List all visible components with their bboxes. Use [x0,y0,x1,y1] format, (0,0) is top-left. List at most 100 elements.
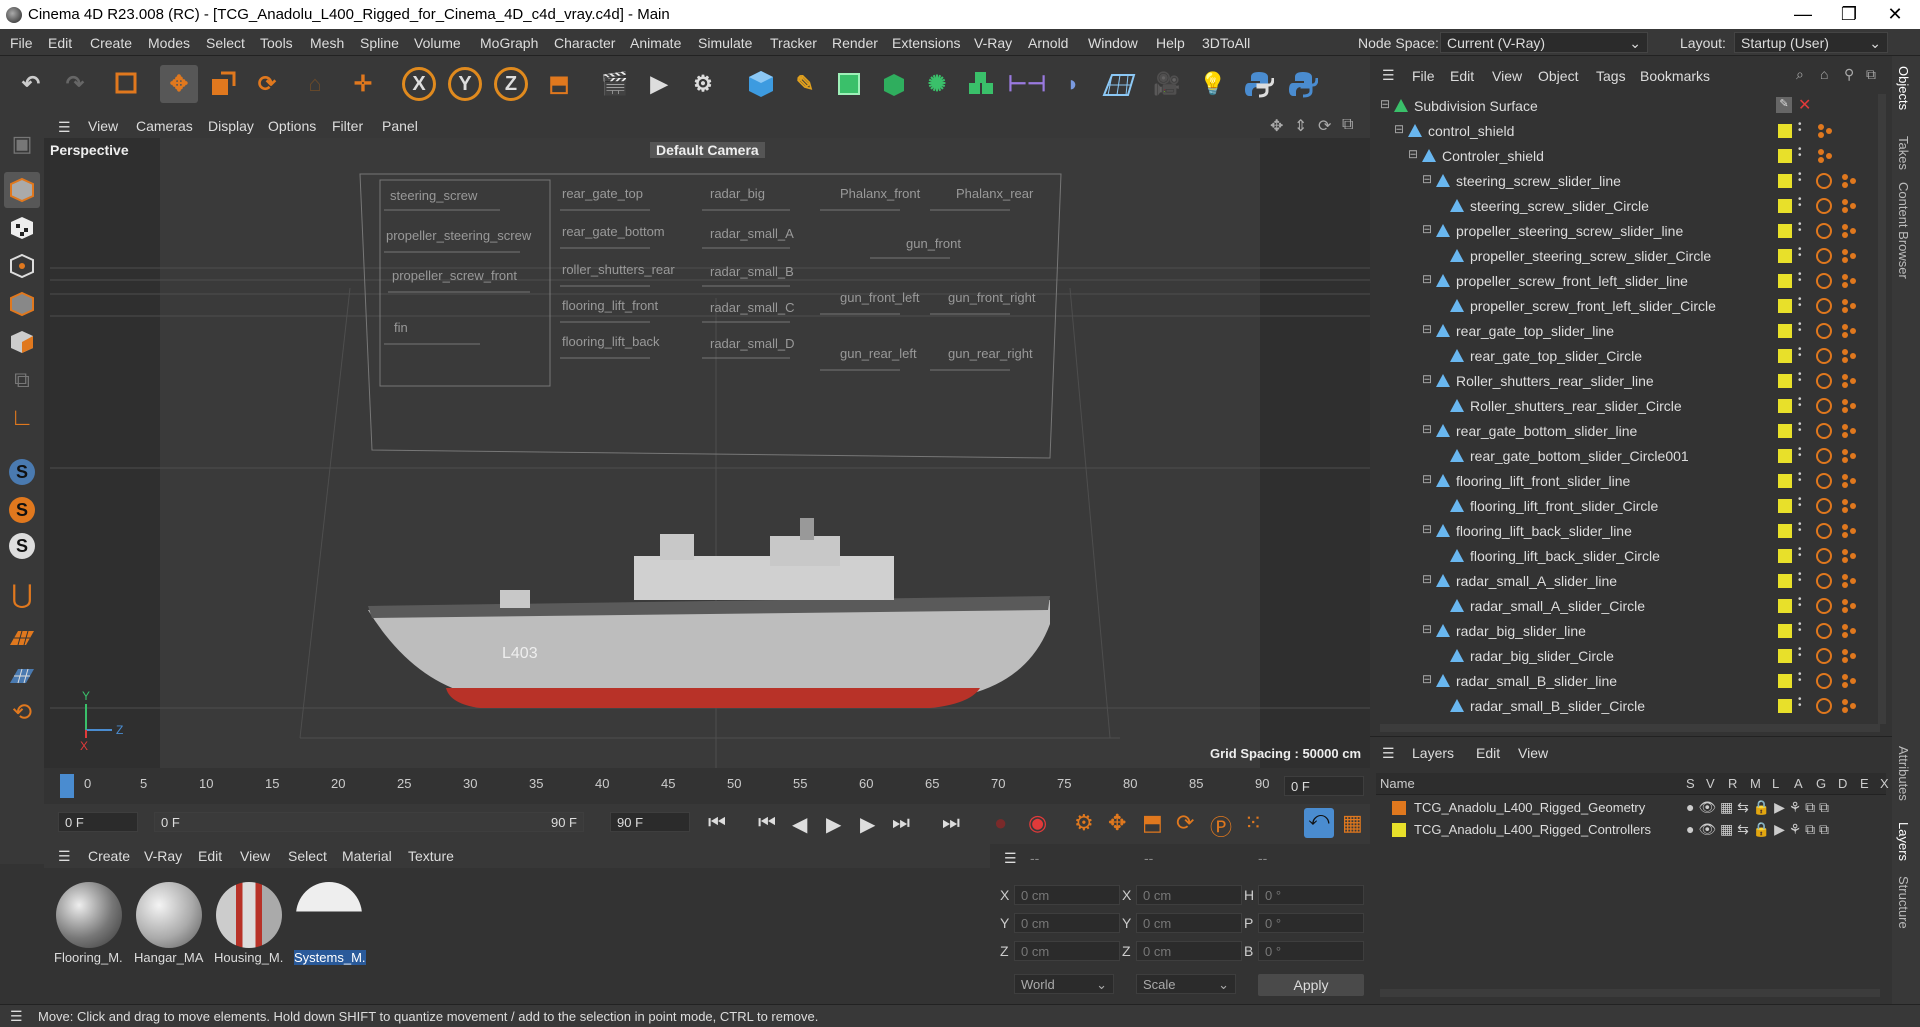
object-name[interactable]: steering_screw_slider_Circle [1470,198,1649,214]
layer-menu-edit[interactable]: Edit [1476,745,1500,761]
protection-tag-icon[interactable] [1816,373,1832,389]
object-row[interactable]: ⊟ radar_small_A_slider_line • • [1370,569,1882,594]
3d-viewport[interactable]: steering_screw propeller_steering_screw … [50,138,1370,768]
menu-character[interactable]: Character [554,35,615,51]
protection-tag-icon[interactable] [1816,648,1832,664]
edit-toggle-icon[interactable]: ✎ [1776,97,1792,113]
expression-tag-icon[interactable] [1840,397,1858,415]
expand-toggle-icon[interactable]: ⊟ [1422,622,1432,636]
object-name[interactable]: rear_gate_bottom_slider_line [1456,423,1637,439]
timeline-window-icon[interactable]: ▦ [1342,810,1363,836]
z-axis-lock-button[interactable]: Z [492,65,530,103]
protection-tag-icon[interactable] [1816,523,1832,539]
layer-color-swatch[interactable] [1778,199,1792,213]
key-rotation-icon[interactable]: ⟳ [1176,810,1194,836]
symmetry-icon[interactable]: ⟲ [4,694,40,730]
go-to-end-icon[interactable]: ⏭ [942,812,960,835]
visibility-dots-icon[interactable]: • • [1798,220,1804,242]
menu-animate[interactable]: Animate [630,35,681,51]
object-menu-object[interactable]: Object [1538,68,1578,84]
minimize-button[interactable]: — [1780,0,1826,29]
object-row[interactable]: flooring_lift_front_slider_Circle • • [1370,494,1882,519]
visibility-dots-icon[interactable]: • • [1798,345,1804,367]
size-mode-select[interactable]: Scale ⌄ [1136,974,1236,994]
expression-tag-icon[interactable] [1840,672,1858,690]
expression-tag-icon[interactable] [1840,222,1858,240]
x-axis-lock-button[interactable]: X [400,65,438,103]
material-menu-select[interactable]: Select [288,848,327,864]
point-mode-icon[interactable] [4,248,40,284]
expression-tag-icon[interactable] [1840,597,1858,615]
hamburger-menu-icon[interactable]: ☰ [58,119,71,136]
layer-color-swatch[interactable] [1778,424,1792,438]
hamburger-menu-icon[interactable]: ☰ [1382,745,1395,762]
material-menu-view[interactable]: View [240,848,270,864]
layer-color-swatch[interactable] [1778,574,1792,588]
object-list-vertical-scrollbar[interactable] [1878,94,1886,724]
visibility-dots-icon[interactable]: • • [1798,570,1804,592]
current-frame-field[interactable]: 0 F [1284,776,1364,796]
layer-color-swatch[interactable] [1392,801,1406,815]
object-row[interactable]: radar_small_B_slider_Circle • • [1370,694,1882,719]
visibility-dots-icon[interactable]: • • [1798,495,1804,517]
protection-tag-icon[interactable] [1816,298,1832,314]
viewport-menu-filter[interactable]: Filter [332,118,363,134]
apply-button[interactable]: Apply [1258,974,1364,996]
object-row[interactable]: ⊟ radar_small_B_slider_line • • [1370,669,1882,694]
scale-icon[interactable] [204,65,242,103]
layer-name[interactable]: TCG_Anadolu_L400_Rigged_Geometry [1414,800,1645,815]
viewport-menu-view[interactable]: View [88,118,118,134]
expression-tag-icon[interactable] [1816,122,1834,140]
object-menu-edit[interactable]: Edit [1450,68,1474,84]
texture-mode-icon[interactable] [4,210,40,246]
layer-color-swatch[interactable] [1778,374,1792,388]
protection-tag-icon[interactable] [1816,398,1832,414]
recent-tool-icon[interactable]: ⌂ [296,65,334,103]
menu-3dtoall[interactable]: 3DToAll [1202,35,1250,51]
hamburger-menu-icon[interactable]: ☰ [1004,850,1017,867]
render-toggle-icon[interactable]: ✕ [1798,95,1811,115]
expression-tag-icon[interactable] [1840,547,1858,565]
object-menu-file[interactable]: File [1412,68,1435,84]
menu-file[interactable]: File [10,35,33,51]
rotation-h-field[interactable]: 0 ° [1258,885,1364,905]
tab-content-browser[interactable]: Content Browser [1896,182,1911,279]
protection-tag-icon[interactable] [1816,323,1832,339]
tab-takes[interactable]: Takes [1896,136,1911,170]
expression-tag-icon[interactable] [1840,622,1858,640]
object-name[interactable]: control_shield [1428,123,1514,139]
menu-volume[interactable]: Volume [414,35,461,51]
visibility-dots-icon[interactable]: • • [1798,470,1804,492]
object-name[interactable]: steering_screw_slider_line [1456,173,1621,189]
keyframe-selection-icon[interactable]: ⚙ [1074,810,1094,836]
position-y-field[interactable]: 0 cm [1014,913,1120,933]
viewport-menu-cameras[interactable]: Cameras [136,118,193,134]
expand-toggle-icon[interactable]: ⊟ [1422,322,1432,336]
visibility-dots-icon[interactable]: • • [1798,620,1804,642]
object-name[interactable]: radar_small_B_slider_line [1456,673,1617,689]
magnet-icon[interactable]: ⋃ [4,576,40,612]
menu-create[interactable]: Create [90,35,132,51]
layer-toggle-icons[interactable]: ● 👁 ▦ ⇆ 🔒 ▶ ⚘ ⧉ ⧉ [1686,821,1829,838]
menu-extensions[interactable]: Extensions [892,35,960,51]
layer-name[interactable]: TCG_Anadolu_L400_Rigged_Controllers [1414,822,1651,837]
object-name[interactable]: Roller_shutters_rear_slider_Circle [1470,398,1682,414]
protection-tag-icon[interactable] [1816,173,1832,189]
object-row[interactable]: rear_gate_bottom_slider_Circle001 • • [1370,444,1882,469]
protection-tag-icon[interactable] [1816,273,1832,289]
key-pla-icon[interactable]: ⁙ [1244,810,1262,836]
size-x-field[interactable]: 0 cm [1136,885,1242,905]
expression-tag-icon[interactable] [1840,322,1858,340]
menu-modes[interactable]: Modes [148,35,190,51]
layer-color-swatch[interactable] [1778,599,1792,613]
object-name[interactable]: propeller_steering_screw_slider_line [1456,223,1683,239]
expression-tag-icon[interactable] [1840,447,1858,465]
protection-tag-icon[interactable] [1816,598,1832,614]
tab-layers[interactable]: Layers [1896,822,1911,861]
layer-color-swatch[interactable] [1778,499,1792,513]
expression-tag-icon[interactable] [1840,697,1858,715]
protection-tag-icon[interactable] [1816,498,1832,514]
polygon-mode-icon[interactable] [4,324,40,360]
material-menu-vray[interactable]: V-Ray [144,848,182,864]
light-icon[interactable]: 💡 [1194,65,1232,103]
